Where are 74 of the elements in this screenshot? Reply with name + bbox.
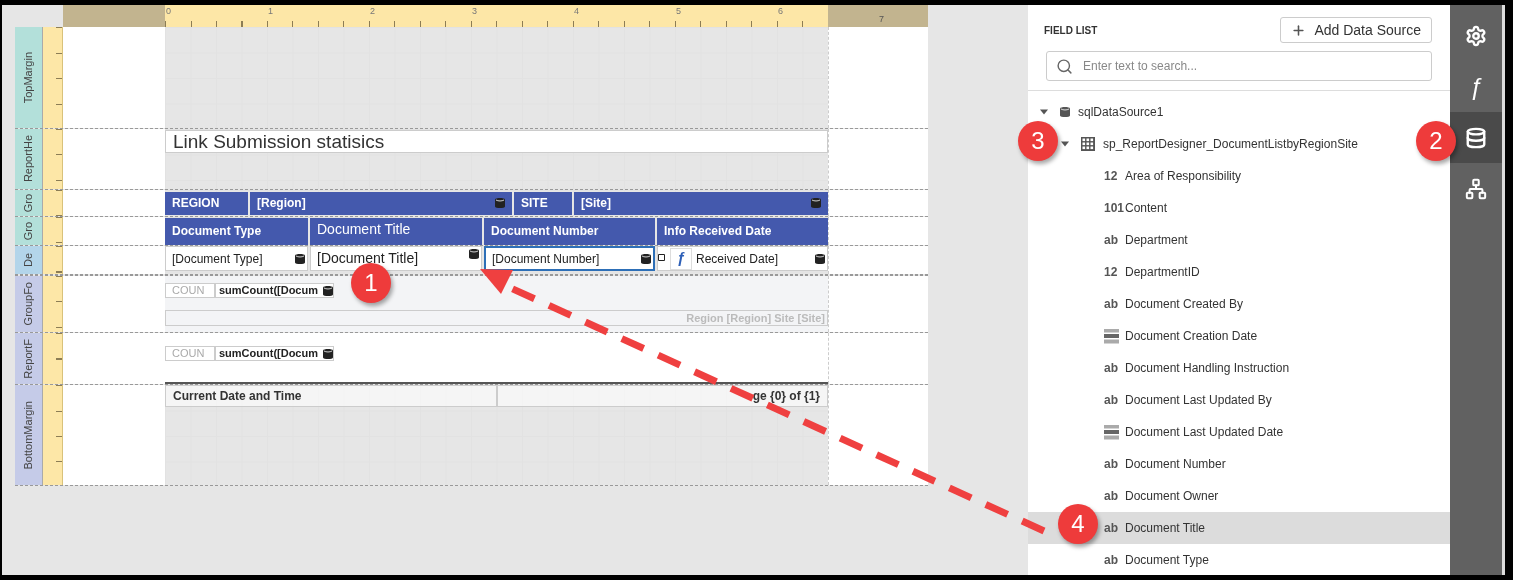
ruler-number: 2	[369, 5, 376, 18]
table-icon	[1081, 137, 1095, 151]
database-icon	[811, 197, 821, 209]
settings-icon	[1465, 24, 1487, 47]
database-icon	[323, 284, 333, 297]
header-cell[interactable]: REGION	[165, 191, 248, 215]
database-icon	[323, 347, 333, 360]
database-icon	[469, 248, 479, 260]
vertical-ruler	[43, 217, 63, 245]
band-label[interactable]: Gro	[15, 190, 43, 216]
summary-field[interactable]: sumCount([Docum	[215, 283, 334, 298]
band-label[interactable]: De	[15, 246, 43, 274]
ruler-number: 4	[573, 5, 580, 18]
search-icon	[1056, 58, 1073, 75]
database-icon	[495, 197, 505, 209]
ruler-number: 1	[267, 5, 274, 18]
ruler-number: 5	[675, 5, 682, 18]
column-header[interactable]: Document Type	[165, 217, 308, 245]
band-label[interactable]: ReportF	[15, 333, 43, 384]
sidebar-tab[interactable]	[1450, 112, 1502, 163]
band-label[interactable]: BottomMargin	[15, 385, 43, 485]
type-label: ab	[1104, 232, 1119, 249]
band-label[interactable]: GroupFo	[15, 276, 43, 332]
search-field[interactable]: Enter text to search...	[1046, 51, 1432, 81]
report-title[interactable]: Link Submission statisics	[165, 130, 828, 153]
ruler-number: 3	[471, 5, 478, 18]
small-square-icon	[658, 254, 666, 263]
database-icon	[1060, 106, 1070, 118]
ruler-number: 6	[777, 5, 783, 18]
expand-triangle-icon[interactable]	[1061, 140, 1069, 148]
type-label: 12	[1104, 264, 1119, 281]
data-cell[interactable]: [Document Number]	[484, 246, 655, 271]
type-label: 12	[1104, 168, 1119, 185]
expand-triangle-icon[interactable]	[1040, 108, 1048, 116]
data-cell[interactable]: ƒ Received Date]	[657, 246, 828, 271]
column-header[interactable]: Document Title	[310, 217, 482, 245]
panel-title: FIELD LIST	[1044, 23, 1098, 38]
calendar-icon	[1104, 328, 1119, 344]
vertical-ruler	[43, 246, 63, 274]
calendar-icon	[1104, 424, 1119, 440]
database-icon	[295, 252, 305, 265]
type-label: ab	[1104, 296, 1119, 313]
hierarchy-icon	[1465, 177, 1487, 200]
data-cell[interactable]: [Document Type]	[165, 246, 308, 271]
database-icon	[1465, 126, 1487, 149]
band-label[interactable]: TopMargin	[15, 27, 43, 128]
type-label: ab	[1104, 520, 1119, 537]
footer-cell[interactable]: ge {0} of {1}	[497, 385, 828, 407]
type-label: ab	[1104, 360, 1119, 377]
column-header[interactable]: Info Received Date	[657, 217, 828, 245]
ruler-number: 0	[165, 5, 172, 18]
database-icon	[815, 252, 825, 265]
band-label[interactable]: ReportHe	[15, 129, 43, 189]
type-label: ab	[1104, 392, 1119, 409]
add-data-source-button[interactable]: Add Data Source	[1280, 17, 1432, 43]
type-label: ab	[1104, 488, 1119, 505]
ruler-number: 7	[879, 14, 884, 24]
plus-icon	[1291, 22, 1307, 38]
type-label: ab	[1104, 456, 1119, 473]
column-header[interactable]: Document Number	[484, 217, 655, 245]
vertical-ruler	[43, 276, 63, 332]
header-cell[interactable]: [Site]	[574, 191, 828, 215]
header-cell[interactable]: SITE	[514, 191, 572, 215]
type-label: ab	[1104, 552, 1119, 569]
header-cell[interactable]: [Region]	[250, 191, 512, 215]
summary-label: COUN	[165, 346, 215, 361]
summary-label: COUN	[165, 283, 215, 298]
band-label[interactable]: Gro	[15, 217, 43, 245]
footer-cell[interactable]: Current Date and Time	[165, 385, 497, 407]
data-cell[interactable]: [Document Title]	[310, 246, 482, 271]
database-icon	[641, 252, 651, 265]
expression-button[interactable]: ƒ	[670, 247, 692, 270]
summary-field[interactable]: sumCount([Docum	[215, 346, 334, 361]
type-label: 101	[1104, 200, 1125, 217]
